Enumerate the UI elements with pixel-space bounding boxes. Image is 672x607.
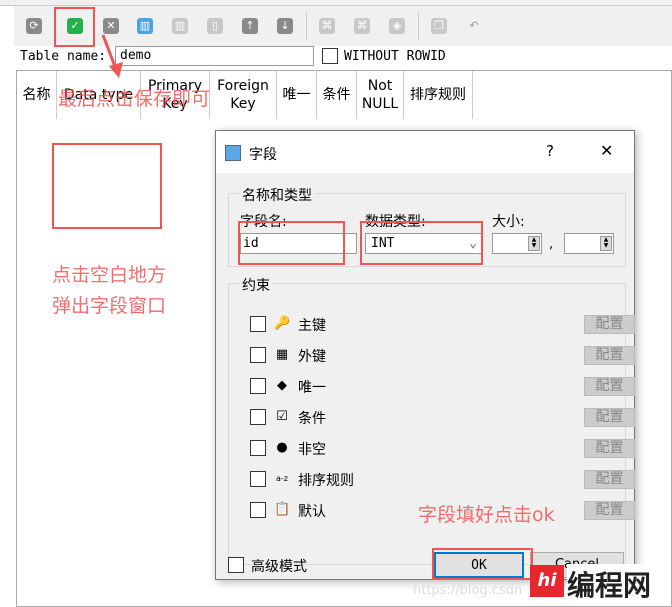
configure-button[interactable]: 配置 xyxy=(584,346,635,365)
advanced-mode-label: 高级模式 xyxy=(251,559,307,575)
configure-button[interactable]: 配置 xyxy=(584,501,635,520)
insert-field-icon[interactable]: ▥ xyxy=(172,18,188,34)
help-button[interactable]: ? xyxy=(546,142,554,160)
collation-icon: a-z xyxy=(276,474,288,483)
check-icon: ☑ xyxy=(276,409,288,424)
configure-button[interactable]: 配置 xyxy=(584,408,635,427)
table-name-label: Table name: xyxy=(20,49,107,64)
group-label: 约束 xyxy=(239,275,273,295)
add-field-icon[interactable]: ▥ xyxy=(137,18,153,34)
annotation-ok-hint: 字段填好点击ok xyxy=(418,504,555,526)
advanced-mode-checkbox[interactable] xyxy=(228,557,244,573)
watermark-logo: 编程网 xyxy=(567,564,652,604)
highlight-field-name xyxy=(238,221,345,265)
column-header[interactable]: 条件 xyxy=(317,71,357,119)
without-rowid-checkbox[interactable] xyxy=(322,48,338,64)
not-null-icon: ● xyxy=(276,440,288,455)
copy-table-icon[interactable]: ❐ xyxy=(431,18,447,34)
copy-icon[interactable]: ◈ xyxy=(389,18,405,34)
close-button[interactable]: ✕ xyxy=(600,141,613,160)
configure-button[interactable]: 配置 xyxy=(584,470,635,489)
add-index-icon[interactable]: ⌘ xyxy=(319,18,335,34)
dialog-titlebar: 字段 ? ✕ xyxy=(216,131,634,173)
refresh-icon[interactable]: ⟳ xyxy=(26,18,42,34)
constraint-label: 外键 xyxy=(298,349,326,365)
column-header[interactable]: 名称 xyxy=(17,71,57,119)
default-clipboard-icon: 📋 xyxy=(274,502,291,517)
constraint-row: ◆ 唯一 配置 xyxy=(250,377,635,397)
group-label: 名称和类型 xyxy=(239,185,315,205)
constraint-label: 默认 xyxy=(298,504,326,520)
constraint-row: ● 非空 配置 xyxy=(250,439,635,459)
size-separator: , xyxy=(549,237,554,252)
table-name-input[interactable]: demo xyxy=(115,46,314,66)
column-header[interactable]: 排序规则 xyxy=(404,71,473,119)
size-label: 大小: xyxy=(492,214,525,230)
without-rowid-label: WITHOUT ROWID xyxy=(344,49,446,64)
constraint-checkbox[interactable] xyxy=(250,378,266,394)
constraint-checkbox[interactable] xyxy=(250,347,266,363)
constraint-label: 非空 xyxy=(298,442,326,458)
configure-button[interactable]: 配置 xyxy=(584,315,635,334)
move-up-icon[interactable]: ↑ xyxy=(242,18,258,34)
field-icon xyxy=(225,145,241,161)
separator xyxy=(418,12,419,40)
column-header[interactable]: Foreign Key xyxy=(210,71,277,119)
configure-button[interactable]: 配置 xyxy=(584,439,635,458)
column-header[interactable]: Not NULL xyxy=(357,71,404,119)
constraint-row: ▦ 外键 配置 xyxy=(250,346,635,366)
move-down-icon[interactable]: ↓ xyxy=(277,18,293,34)
annotation-save-hint: 最后点击保存即可 xyxy=(58,88,211,110)
spinner-arrows-icon[interactable]: ▲ ▼ xyxy=(600,236,612,251)
foreign-key-icon: ▦ xyxy=(275,347,289,362)
highlight-save xyxy=(54,7,95,47)
annotation-blank-hint-1: 点击空白地方 xyxy=(52,264,167,286)
separator xyxy=(306,12,307,40)
scale-spinner[interactable]: ▲ ▼ xyxy=(564,233,614,254)
constraint-label: 条件 xyxy=(298,411,326,427)
constraint-checkbox[interactable] xyxy=(250,440,266,456)
unique-icon: ◆ xyxy=(277,378,287,393)
dialog-title: 字段 xyxy=(249,147,277,163)
highlight-blank-area xyxy=(52,143,162,229)
constraint-label: 排序规则 xyxy=(298,473,354,489)
logo-icon: hi xyxy=(530,565,564,597)
constraint-label: 主键 xyxy=(298,318,326,334)
key-icon: 🔑 xyxy=(274,316,291,331)
constraint-row: a-z 排序规则 配置 xyxy=(250,470,635,490)
configure-button[interactable]: 配置 xyxy=(584,377,635,396)
constraint-checkbox[interactable] xyxy=(250,471,266,487)
constraint-checkbox[interactable] xyxy=(250,502,266,518)
delete-field-icon[interactable]: ▯ xyxy=(207,18,223,34)
watermark-url: https://blog.csdn xyxy=(413,583,523,598)
constraint-label: 唯一 xyxy=(298,380,326,396)
constraint-row: 🔑 主键 配置 xyxy=(250,315,635,335)
delete-index-icon[interactable]: ⌘ xyxy=(354,18,370,34)
highlight-data-type xyxy=(360,221,483,265)
constraint-row: ☑ 条件 配置 xyxy=(250,408,635,428)
highlight-ok xyxy=(432,548,533,580)
column-header[interactable]: 唯一 xyxy=(277,71,317,119)
annotation-blank-hint-2: 弹出字段窗口 xyxy=(52,295,167,317)
spinner-arrows-icon[interactable]: ▲ ▼ xyxy=(528,236,540,251)
constraint-checkbox[interactable] xyxy=(250,409,266,425)
constraint-checkbox[interactable] xyxy=(250,316,266,332)
undo-icon[interactable]: ↶ xyxy=(466,18,482,34)
annotation-arrow xyxy=(101,34,123,78)
size-spinner[interactable]: ▲ ▼ xyxy=(492,233,542,254)
